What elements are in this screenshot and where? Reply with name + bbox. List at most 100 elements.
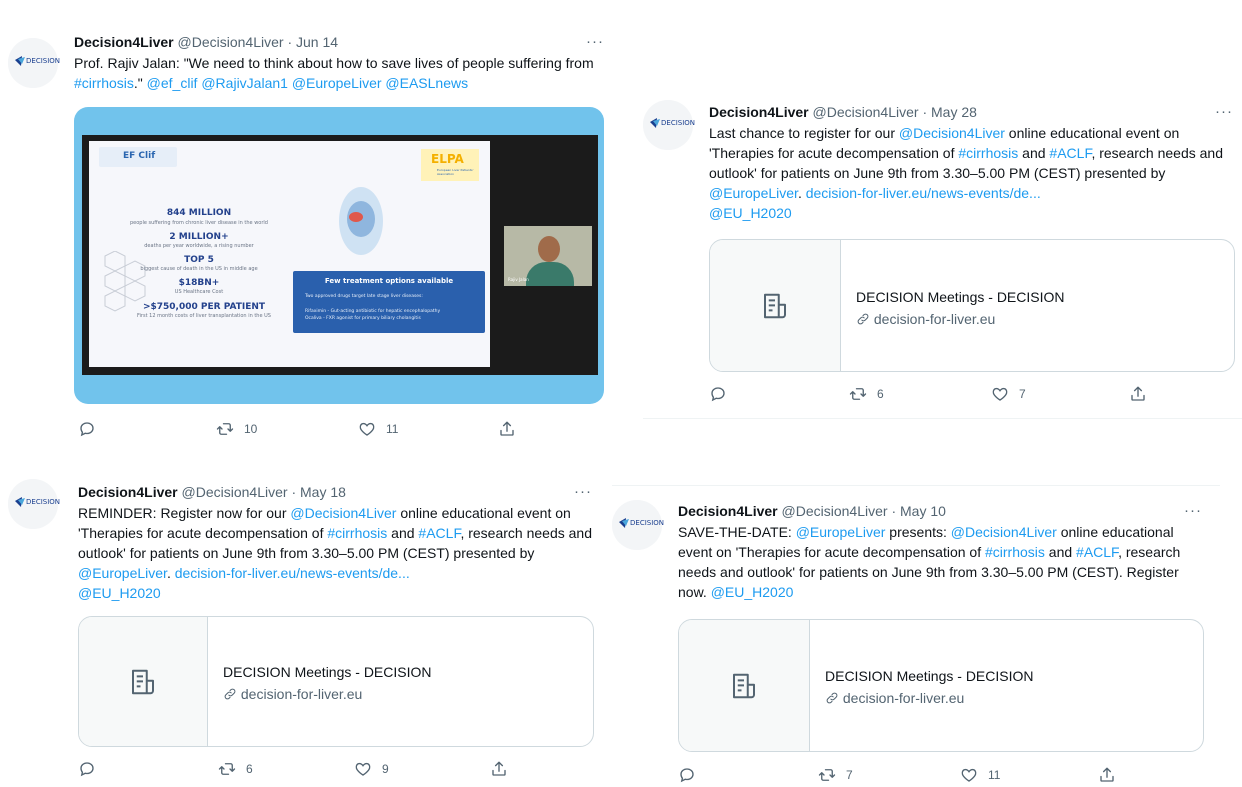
text-segment: Last chance to register for our <box>709 125 899 141</box>
author-handle[interactable]: @Decision4Liver <box>813 104 919 120</box>
treatment-box-line3: Ocaliva - FXR agonist for primary biliar… <box>305 316 421 321</box>
retweet-count: 6 <box>246 762 253 776</box>
treatment-box-line1: Two approved drugs target late stage liv… <box>305 294 423 299</box>
reply-button[interactable] <box>78 760 96 778</box>
hashtag-link[interactable]: #ACLF <box>1049 145 1091 161</box>
retweet-icon <box>818 766 836 784</box>
like-count: 9 <box>382 762 389 776</box>
more-options-icon[interactable]: ··· <box>574 484 592 499</box>
mention-link[interactable]: @EASLnews <box>385 75 468 91</box>
author-name[interactable]: Decision4Liver <box>78 484 178 500</box>
treatment-box-title: Few treatment options available <box>324 277 454 285</box>
share-button[interactable] <box>490 760 508 778</box>
tweet-date[interactable]: May 10 <box>900 503 946 519</box>
elpa-logo-sub: European Liver Patients' Association <box>437 168 474 176</box>
mention-link[interactable]: @RajivJalan1 <box>201 75 288 91</box>
like-count: 7 <box>1019 387 1026 401</box>
mention-link[interactable]: @EuropeLiver <box>796 524 886 540</box>
tweet-date[interactable]: May 28 <box>931 104 977 120</box>
mention-link[interactable]: @EuropeLiver <box>292 75 382 91</box>
mention-link[interactable]: @ef_clif <box>147 75 198 91</box>
liver-anatomy-graphic <box>339 187 383 255</box>
stat-2m-sub: deaths per year worldwide, a rising numb… <box>144 243 254 249</box>
tweet-actions: 6 9 <box>78 760 592 780</box>
retweet-icon <box>216 420 234 438</box>
tweet-header: Decision4Liver @Decision4Liver · May 18 <box>78 483 346 501</box>
link-card[interactable]: DECISION Meetings - DECISION decision-fo… <box>78 616 594 747</box>
mention-link[interactable]: @Decision4Liver <box>899 125 1005 141</box>
link-icon <box>856 312 870 326</box>
more-options-icon[interactable]: ··· <box>1184 503 1202 518</box>
mention-link[interactable]: @EU_H2020 <box>709 205 792 221</box>
reply-button[interactable] <box>78 420 96 438</box>
avatar[interactable]: DECISION <box>8 479 60 529</box>
treatment-box: Few treatment options available Two appr… <box>293 271 485 333</box>
mention-link[interactable]: @Decision4Liver <box>951 524 1057 540</box>
like-button[interactable]: 11 <box>960 766 1000 784</box>
hashtag-link[interactable]: #ACLF <box>418 525 460 541</box>
mention-link[interactable]: @Decision4Liver <box>290 505 396 521</box>
separator-dot: · <box>891 503 897 519</box>
like-icon <box>354 760 372 778</box>
tweet-jun14[interactable]: DECISION Decision4Liver @Decision4Liver … <box>8 10 620 450</box>
avatar-label: DECISION <box>26 57 61 65</box>
text-segment: SAVE-THE-DATE: <box>678 524 796 540</box>
hashtag-link[interactable]: #cirrhosis <box>958 145 1018 161</box>
reply-button[interactable] <box>709 385 727 403</box>
url-link[interactable]: decision-for-liver.eu/news-events/de... <box>806 185 1041 201</box>
mention-link[interactable]: @EuropeLiver <box>709 185 798 201</box>
like-button[interactable]: 7 <box>991 385 1026 403</box>
hashtag-link[interactable]: #cirrhosis <box>327 525 387 541</box>
author-name[interactable]: Decision4Liver <box>678 503 778 519</box>
hashtag-link[interactable]: #cirrhosis <box>985 544 1045 560</box>
separator-dot: · <box>291 484 297 500</box>
link-card[interactable]: DECISION Meetings - DECISION decision-fo… <box>709 239 1235 372</box>
mention-link[interactable]: @EU_H2020 <box>711 584 794 600</box>
hashtag-link[interactable]: #ACLF <box>1076 544 1118 560</box>
more-options-icon[interactable]: ··· <box>586 34 604 49</box>
author-name[interactable]: Decision4Liver <box>709 104 809 120</box>
share-button[interactable] <box>1098 766 1116 784</box>
avatar[interactable]: DECISION <box>8 38 61 88</box>
hashtag-link[interactable]: #cirrhosis <box>74 75 134 91</box>
tweet-date[interactable]: Jun 14 <box>296 34 338 50</box>
author-handle[interactable]: @Decision4Liver <box>782 503 888 519</box>
card-title: DECISION Meetings - DECISION <box>825 668 1034 684</box>
like-button[interactable]: 9 <box>354 760 389 778</box>
stat-2m: 2 MILLION+ <box>169 232 229 242</box>
tweet-may10[interactable]: DECISION Decision4Liver @Decision4Liver … <box>612 486 1242 787</box>
like-button[interactable]: 11 <box>358 420 398 438</box>
link-card[interactable]: DECISION Meetings - DECISION decision-fo… <box>678 619 1204 752</box>
reply-button[interactable] <box>678 766 696 784</box>
retweet-icon <box>849 385 867 403</box>
avatar-label: DECISION <box>630 519 665 527</box>
article-icon <box>760 291 790 321</box>
tweet-date[interactable]: May 18 <box>300 484 346 500</box>
text-segment: presents: <box>885 524 951 540</box>
card-domain: decision-for-liver.eu <box>856 310 995 328</box>
share-button[interactable] <box>498 420 516 438</box>
mention-link[interactable]: @EU_H2020 <box>78 585 161 601</box>
tweet-actions: 6 7 <box>709 385 1233 405</box>
retweet-button[interactable]: 6 <box>218 760 253 778</box>
tweet-media[interactable]: EF Clif ELPA European Liver Patients' As… <box>74 107 604 404</box>
reply-icon <box>78 760 96 778</box>
author-handle[interactable]: @Decision4Liver <box>178 34 284 50</box>
more-options-icon[interactable]: ··· <box>1215 104 1233 119</box>
retweet-button[interactable]: 7 <box>818 766 853 784</box>
tweet-may28[interactable]: DECISION Decision4Liver @Decision4Liver … <box>643 80 1242 420</box>
author-handle[interactable]: @Decision4Liver <box>182 484 288 500</box>
share-button[interactable] <box>1129 385 1147 403</box>
tweet-may18[interactable]: DECISION Decision4Liver @Decision4Liver … <box>8 463 620 787</box>
separator-dot: · <box>287 34 293 50</box>
speaker-name: Rajiv Jalan <box>508 277 529 282</box>
author-name[interactable]: Decision4Liver <box>74 34 174 50</box>
mention-link[interactable]: @EuropeLiver <box>78 565 167 581</box>
avatar[interactable]: DECISION <box>612 500 665 550</box>
retweet-button[interactable]: 6 <box>849 385 884 403</box>
text-segment: REMINDER: Register now for our <box>78 505 291 521</box>
retweet-button[interactable]: 10 <box>216 420 257 438</box>
url-link[interactable]: decision-for-liver.eu/news-events/de... <box>175 565 410 581</box>
avatar[interactable]: DECISION <box>643 100 695 150</box>
tweet-text: Last chance to register for our @Decisio… <box>709 123 1235 223</box>
